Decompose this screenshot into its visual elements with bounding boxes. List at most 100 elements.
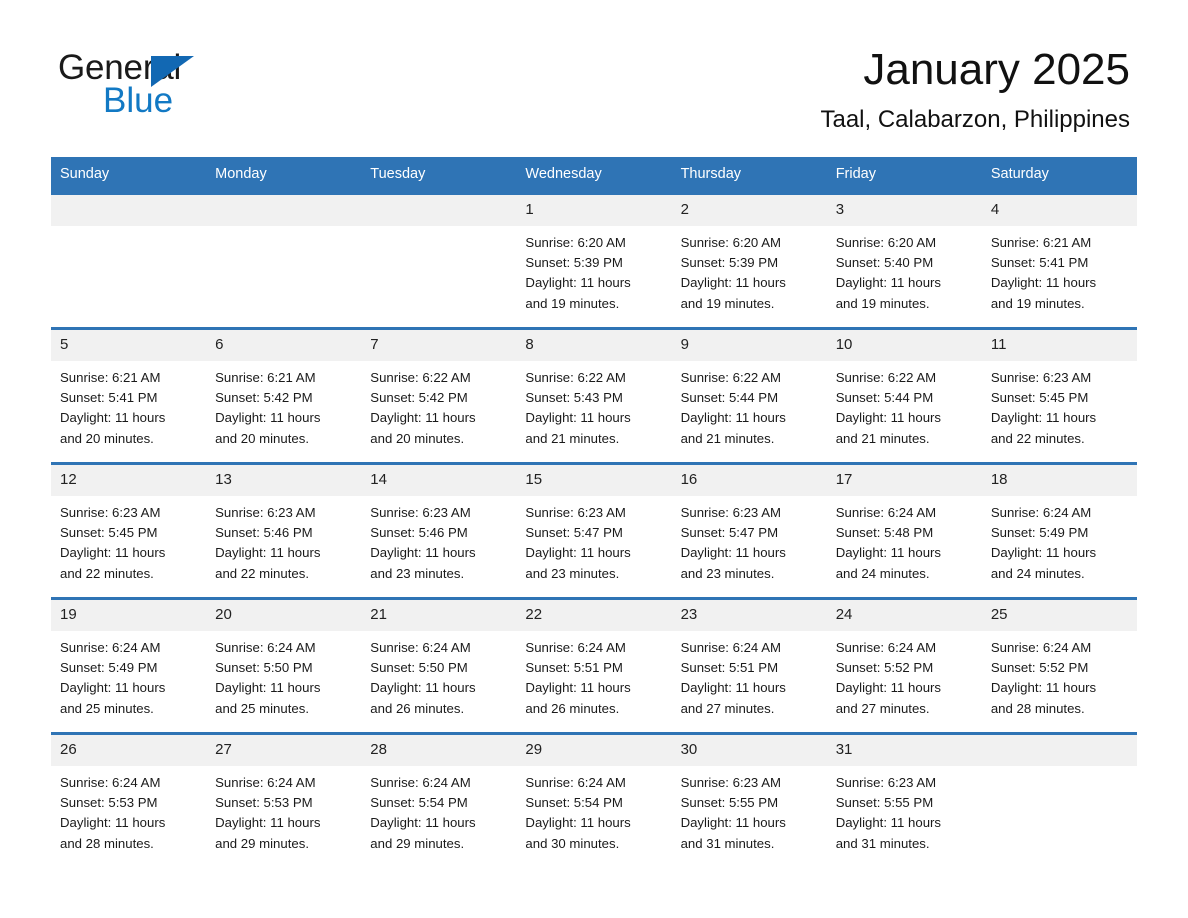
- calendar-day-cell[interactable]: 20 Sunrise: 6:24 AM Sunset: 5:50 PM Dayligh…: [206, 597, 362, 734]
- sunrise-text: Sunrise: 6:24 AM: [60, 640, 161, 655]
- daylight-text-line2: and 20 minutes.: [370, 430, 465, 446]
- calendar-day-cell[interactable]: 12 Sunrise: 6:23 AM Sunset: 5:45 PM Dayligh…: [51, 462, 207, 599]
- daylight-text-line1: Daylight: 11 hours: [370, 410, 476, 426]
- calendar-day-cell[interactable]: 31 Sunrise: 6:23 AM Sunset: 5:55 PM Dayligh…: [826, 732, 982, 867]
- calendar-day-cell[interactable]: 6 Sunrise: 6:21 AM Sunset: 5:42 PM Daylight…: [206, 327, 362, 464]
- sunrise-text: Sunrise: 6:20 AM: [835, 235, 937, 250]
- day-number: 1: [516, 195, 672, 226]
- day-number: 30: [671, 735, 827, 766]
- day-number: 15: [516, 465, 672, 496]
- day-details: Sunrise: 6:23 AM Sunset: 5:45 PM Daylight:…: [982, 361, 1137, 449]
- day-number: 29: [516, 735, 672, 766]
- sunrise-text: Sunrise: 6:24 AM: [370, 775, 471, 790]
- day-details: Sunrise: 6:22 AM Sunset: 5:44 PM Daylight:…: [672, 361, 827, 449]
- calendar-page: General Blue January 2025 Taal, Calabarz…: [0, 0, 1188, 918]
- sunrise-text: Sunrise: 6:24 AM: [525, 640, 626, 655]
- daylight-text-line2: and 28 minutes.: [990, 700, 1085, 716]
- day-details: Sunrise: 6:24 AM Sunset: 5:50 PM Daylight:…: [361, 631, 516, 719]
- calendar-day-cell[interactable]: 26 Sunrise: 6:24 AM Sunset: 5:53 PM Dayligh…: [51, 732, 207, 867]
- calendar-day-cell[interactable]: 4 Sunrise: 6:21 AM Sunset: 5:41 PM Daylight…: [981, 192, 1137, 329]
- calendar-day-cell[interactable]: 3 Sunrise: 6:20 AM Sunset: 5:40 PM Daylight…: [826, 192, 982, 329]
- daylight-text-line2: and 25 minutes.: [60, 700, 154, 716]
- calendar-day-cell[interactable]: 13 Sunrise: 6:23 AM Sunset: 5:46 PM Dayligh…: [206, 462, 362, 599]
- daylight-text-line2: and 24 minutes.: [835, 565, 930, 581]
- daylight-text-line1: Daylight: 11 hours: [835, 815, 942, 831]
- calendar-body: 1 Sunrise: 6:20 AM Sunset: 5:39 PM Daylight…: [51, 192, 1137, 867]
- daylight-text-line2: and 20 minutes.: [215, 430, 309, 446]
- day-number: 2: [671, 195, 827, 226]
- calendar-day-cell[interactable]: 8 Sunrise: 6:22 AM Sunset: 5:43 PM Daylight…: [516, 327, 672, 464]
- daylight-text-line2: and 28 minutes.: [60, 835, 154, 851]
- sunset-text: Sunset: 5:39 PM: [680, 255, 779, 271]
- weekday-header-sunday: Sunday: [51, 157, 207, 194]
- daylight-text-line1: Daylight: 11 hours: [60, 545, 166, 561]
- calendar-day-cell[interactable]: 27 Sunrise: 6:24 AM Sunset: 5:53 PM Dayligh…: [206, 732, 362, 867]
- calendar-week-row: 5 Sunrise: 6:21 AM Sunset: 5:41 PM Daylight…: [51, 327, 1137, 464]
- calendar-day-cell[interactable]: 11 Sunrise: 6:23 AM Sunset: 5:45 PM Dayligh…: [981, 327, 1137, 464]
- daylight-text-line1: Daylight: 11 hours: [370, 545, 476, 561]
- weekday-header-friday: Friday: [826, 157, 982, 194]
- calendar-week-row: 12 Sunrise: 6:23 AM Sunset: 5:45 PM Dayligh…: [51, 462, 1137, 599]
- day-details: Sunrise: 6:24 AM Sunset: 5:53 PM Daylight:…: [51, 766, 206, 854]
- calendar-day-cell[interactable]: 24 Sunrise: 6:24 AM Sunset: 5:52 PM Dayligh…: [826, 597, 982, 734]
- calendar-day-cell[interactable]: 9 Sunrise: 6:22 AM Sunset: 5:44 PM Daylight…: [671, 327, 827, 464]
- calendar-day-cell[interactable]: 10 Sunrise: 6:22 AM Sunset: 5:44 PM Dayligh…: [826, 327, 982, 464]
- calendar-day-cell[interactable]: 29 Sunrise: 6:24 AM Sunset: 5:54 PM Dayligh…: [516, 732, 672, 867]
- sunrise-text: Sunrise: 6:24 AM: [525, 775, 626, 790]
- daylight-text-line1: Daylight: 11 hours: [990, 275, 1097, 291]
- sunrise-text: Sunrise: 6:24 AM: [835, 640, 937, 655]
- sunset-text: Sunset: 5:53 PM: [60, 795, 158, 811]
- day-number: 8: [516, 330, 672, 361]
- sunset-text: Sunset: 5:43 PM: [525, 390, 623, 406]
- calendar-day-cell[interactable]: 16 Sunrise: 6:23 AM Sunset: 5:47 PM Dayligh…: [671, 462, 827, 599]
- calendar-day-cell[interactable]: 25 Sunrise: 6:24 AM Sunset: 5:52 PM Dayligh…: [981, 597, 1137, 734]
- daylight-text-line2: and 19 minutes.: [990, 295, 1085, 311]
- day-number: 3: [826, 195, 982, 226]
- day-details: Sunrise: 6:23 AM Sunset: 5:46 PM Daylight:…: [206, 496, 361, 584]
- sunset-text: Sunset: 5:50 PM: [370, 660, 468, 676]
- calendar-day-cell[interactable]: 18 Sunrise: 6:24 AM Sunset: 5:49 PM Dayligh…: [981, 462, 1137, 599]
- day-details: Sunrise: 6:23 AM Sunset: 5:46 PM Daylight:…: [361, 496, 516, 584]
- day-details: Sunrise: 6:24 AM Sunset: 5:51 PM Daylight:…: [672, 631, 827, 719]
- sunset-text: Sunset: 5:49 PM: [990, 525, 1089, 541]
- day-number: 17: [826, 465, 982, 496]
- calendar-day-cell[interactable]: 30 Sunrise: 6:23 AM Sunset: 5:55 PM Dayligh…: [671, 732, 827, 867]
- daylight-text-line2: and 26 minutes.: [370, 700, 465, 716]
- day-number: [981, 735, 1137, 766]
- sunset-text: Sunset: 5:47 PM: [680, 525, 779, 541]
- calendar-day-cell[interactable]: 22 Sunrise: 6:24 AM Sunset: 5:51 PM Dayligh…: [516, 597, 672, 734]
- calendar-day-cell[interactable]: 19 Sunrise: 6:24 AM Sunset: 5:49 PM Dayligh…: [51, 597, 207, 734]
- calendar-day-cell[interactable]: 1 Sunrise: 6:20 AM Sunset: 5:39 PM Daylight…: [516, 192, 672, 329]
- daylight-text-line2: and 30 minutes.: [525, 835, 620, 851]
- day-details: Sunrise: 6:23 AM Sunset: 5:47 PM Daylight:…: [516, 496, 671, 584]
- calendar-day-cell[interactable]: 15 Sunrise: 6:23 AM Sunset: 5:47 PM Dayligh…: [516, 462, 672, 599]
- calendar-day-cell[interactable]: 28 Sunrise: 6:24 AM Sunset: 5:54 PM Dayligh…: [361, 732, 517, 867]
- sunset-text: Sunset: 5:52 PM: [835, 660, 934, 676]
- daylight-text-line1: Daylight: 11 hours: [60, 410, 166, 426]
- calendar-day-cell[interactable]: 2 Sunrise: 6:20 AM Sunset: 5:39 PM Daylight…: [671, 192, 827, 329]
- day-number: 9: [671, 330, 827, 361]
- sunset-text: Sunset: 5:55 PM: [835, 795, 934, 811]
- title-block: January 2025 Taal, Calabarzon, Philippin…: [820, 44, 1130, 134]
- sunrise-text: Sunrise: 6:23 AM: [370, 505, 471, 520]
- sunset-text: Sunset: 5:53 PM: [215, 795, 313, 811]
- sunrise-text: Sunrise: 6:23 AM: [680, 775, 781, 790]
- calendar-day-cell[interactable]: 5 Sunrise: 6:21 AM Sunset: 5:41 PM Daylight…: [51, 327, 207, 464]
- sunrise-text: Sunrise: 6:23 AM: [525, 505, 626, 520]
- calendar-day-cell[interactable]: 17 Sunrise: 6:24 AM Sunset: 5:48 PM Dayligh…: [826, 462, 982, 599]
- sunset-text: Sunset: 5:41 PM: [990, 255, 1089, 271]
- calendar-day-cell[interactable]: 23 Sunrise: 6:24 AM Sunset: 5:51 PM Dayligh…: [671, 597, 827, 734]
- sunset-text: Sunset: 5:51 PM: [525, 660, 623, 676]
- calendar-day-cell[interactable]: 7 Sunrise: 6:22 AM Sunset: 5:42 PM Daylight…: [361, 327, 517, 464]
- day-number: 22: [516, 600, 672, 631]
- sunset-text: Sunset: 5:44 PM: [680, 390, 779, 406]
- daylight-text-line1: Daylight: 11 hours: [525, 545, 631, 561]
- calendar-day-cell[interactable]: 14 Sunrise: 6:23 AM Sunset: 5:46 PM Dayligh…: [361, 462, 517, 599]
- sunrise-text: Sunrise: 6:20 AM: [525, 235, 626, 250]
- daylight-text-line2: and 29 minutes.: [370, 835, 465, 851]
- sunrise-text: Sunrise: 6:24 AM: [60, 775, 161, 790]
- sunset-text: Sunset: 5:52 PM: [990, 660, 1089, 676]
- sunrise-text: Sunrise: 6:21 AM: [990, 235, 1092, 250]
- calendar-day-cell[interactable]: 21 Sunrise: 6:24 AM Sunset: 5:50 PM Dayligh…: [361, 597, 517, 734]
- sunrise-text: Sunrise: 6:22 AM: [370, 370, 471, 385]
